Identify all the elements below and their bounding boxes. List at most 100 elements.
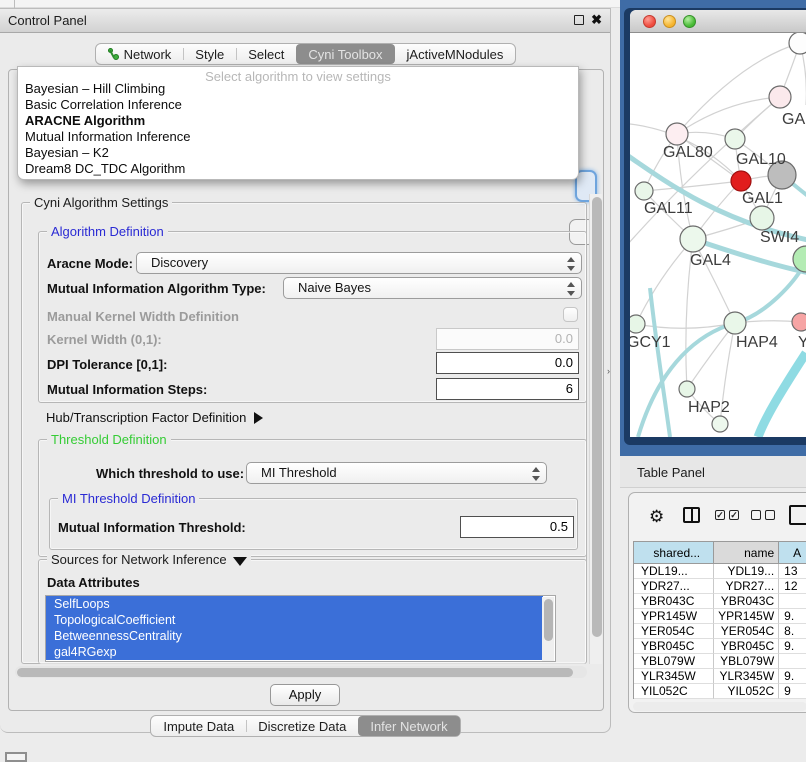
threshold-definition-title: Threshold Definition <box>47 432 171 447</box>
mi-threshold-field[interactable]: 0.5 <box>460 516 574 538</box>
node-label: Y <box>798 334 806 352</box>
dpi-tolerance-label: DPI Tolerance [0,1]: <box>47 357 167 372</box>
pane-divider-handle[interactable]: › <box>607 366 610 376</box>
table-row[interactable]: YBR043CYBR043C <box>634 594 806 609</box>
node-label: GAL1 <box>742 190 783 208</box>
checkbox-checked-icon[interactable]: ✓ <box>715 510 725 520</box>
dpi-tolerance-field[interactable]: 0.0 <box>436 352 579 374</box>
cell: 8. <box>779 624 806 639</box>
hub-definition-expander[interactable]: Hub/Transcription Factor Definition <box>46 410 263 425</box>
checkbox-checked-icon[interactable]: ✓ <box>729 510 739 520</box>
table-row[interactable]: YDR27...YDR27...12 <box>634 579 806 594</box>
scrollbar-thumb[interactable] <box>544 599 553 641</box>
kernel-width-field[interactable]: 0.0 <box>436 328 579 350</box>
tab-label: jActiveMNodules <box>407 47 504 62</box>
sources-title: Sources for Network Inference <box>51 552 227 567</box>
tab-select[interactable]: Select <box>236 44 296 64</box>
checkbox-unchecked-icon[interactable] <box>765 510 775 520</box>
tab-style[interactable]: Style <box>183 44 236 64</box>
list-item[interactable]: SelfLoops <box>46 596 543 612</box>
top-strip <box>0 0 622 8</box>
zoom-traffic-light-icon[interactable] <box>683 15 696 28</box>
tab-discretize-data[interactable]: Discretize Data <box>246 716 358 736</box>
list-item[interactable]: gal4RGexp <box>46 644 543 660</box>
cell: YBR045C <box>714 639 780 654</box>
node-label: SWI4 <box>760 229 799 247</box>
tab-network[interactable]: Network <box>96 44 184 64</box>
table-row[interactable]: YPR145WYPR145W9. <box>634 609 806 624</box>
tab-jactivemnodules[interactable]: jActiveMNodules <box>395 44 516 64</box>
screen: Control Panel ✖ Network Style Select Cyn… <box>0 0 806 762</box>
document-icon[interactable] <box>789 505 806 525</box>
kernel-width-label: Kernel Width (0,1): <box>47 332 162 347</box>
list-item[interactable]: BetweennessCentrality <box>46 628 543 644</box>
control-panel-titlebar: Control Panel ✖ <box>0 9 610 33</box>
manual-kernel-label: Manual Kernel Width Definition <box>47 309 239 324</box>
control-panel-title: Control Panel <box>8 13 87 28</box>
settings-horizontal-scrollbar[interactable] <box>15 666 587 678</box>
column-header-shared-name[interactable]: shared... <box>634 542 714 564</box>
mi-type-value: Naive Bayes <box>298 280 371 295</box>
table-row[interactable]: YDL19...YDL19...13 <box>634 564 806 579</box>
node-attribute-table[interactable]: shared... name A YDL19...YDL19...13 YDR2… <box>633 541 806 699</box>
cell: 9. <box>779 669 806 684</box>
gear-icon[interactable]: ⚙ <box>649 507 664 527</box>
node-label: GAL11 <box>644 200 693 218</box>
scrollbar-thumb[interactable] <box>17 668 573 677</box>
tab-label: Discretize Data <box>258 719 346 734</box>
table-row[interactable]: YBL079WYBL079W <box>634 654 806 669</box>
column-header-name[interactable]: name <box>714 542 780 564</box>
manual-kernel-checkbox[interactable] <box>563 307 578 322</box>
apply-button[interactable]: Apply <box>270 684 340 706</box>
checkbox-unchecked-icon[interactable] <box>751 510 761 520</box>
table-row[interactable]: YIL052CYIL052C9 <box>634 684 806 699</box>
close-icon[interactable]: ✖ <box>591 12 602 28</box>
which-threshold-label: Which threshold to use: <box>96 466 244 481</box>
which-threshold-value: MI Threshold <box>261 465 337 480</box>
node-label: HAP2 <box>688 399 730 417</box>
minimize-traffic-light-icon[interactable] <box>663 15 676 28</box>
table-horizontal-scrollbar[interactable] <box>633 702 806 711</box>
tab-cyni-toolbox[interactable]: Cyni Toolbox <box>296 44 394 64</box>
algorithm-option[interactable]: Bayesian – K2 <box>21 145 577 161</box>
scrollbar-thumb[interactable] <box>592 197 602 637</box>
algorithm-option[interactable]: Basic Correlation Inference <box>21 97 577 113</box>
table-row[interactable]: YBR045CYBR045C9. <box>634 639 806 654</box>
mi-algorithm-type-combo[interactable]: Naive Bayes <box>283 277 582 299</box>
list-item[interactable]: TopologicalCoefficient <box>46 612 543 628</box>
cell: 9 <box>779 684 806 699</box>
tab-infer-network[interactable]: Infer Network <box>358 716 459 736</box>
tab-label: Select <box>248 47 284 62</box>
tab-impute-data[interactable]: Impute Data <box>151 716 246 736</box>
cell: YLR345W <box>634 669 714 684</box>
cell: YBL079W <box>634 654 714 669</box>
table-row[interactable]: YER054CYER054C8. <box>634 624 806 639</box>
mi-threshold-label: Mutual Information Threshold: <box>58 520 246 535</box>
data-attributes-list[interactable]: SelfLoops TopologicalCoefficient Between… <box>45 595 556 662</box>
cell: YDL19... <box>634 564 714 579</box>
network-canvas[interactable]: GAL GAL80 GAL10 GAL11 GAL1 SWI4 GAL4 GCY… <box>630 33 806 437</box>
settings-vertical-scrollbar[interactable] <box>589 194 602 664</box>
aracne-mode-value: Discovery <box>151 255 208 270</box>
aracne-mode-combo[interactable]: Discovery <box>136 252 582 274</box>
column-header-partial[interactable]: A <box>779 542 806 564</box>
cell: YPR145W <box>714 609 780 624</box>
expand-right-icon <box>254 412 263 424</box>
cell <box>779 594 806 609</box>
columns-icon[interactable] <box>683 507 700 523</box>
close-traffic-light-icon[interactable] <box>643 15 656 28</box>
algorithm-option-selected[interactable]: ARACNE Algorithm <box>21 113 577 129</box>
bottom-tabbar: Impute Data Discretize Data Infer Networ… <box>0 715 611 737</box>
float-icon[interactable] <box>574 15 584 25</box>
sources-collapser[interactable]: Sources for Network Inference <box>47 552 251 567</box>
which-threshold-combo[interactable]: MI Threshold <box>246 462 547 484</box>
cell: YBR043C <box>634 594 714 609</box>
network-window-titlebar[interactable] <box>630 10 806 33</box>
table-row[interactable]: YLR345WYLR345W9. <box>634 669 806 684</box>
mi-steps-field[interactable]: 6 <box>436 378 579 400</box>
list-vertical-scrollbar[interactable] <box>542 597 554 661</box>
minimized-window-fragment[interactable] <box>5 752 27 762</box>
algorithm-option[interactable]: Bayesian – Hill Climbing <box>21 81 577 97</box>
algorithm-option[interactable]: Dream8 DC_TDC Algorithm <box>21 161 577 177</box>
algorithm-option[interactable]: Mutual Information Inference <box>21 129 577 145</box>
